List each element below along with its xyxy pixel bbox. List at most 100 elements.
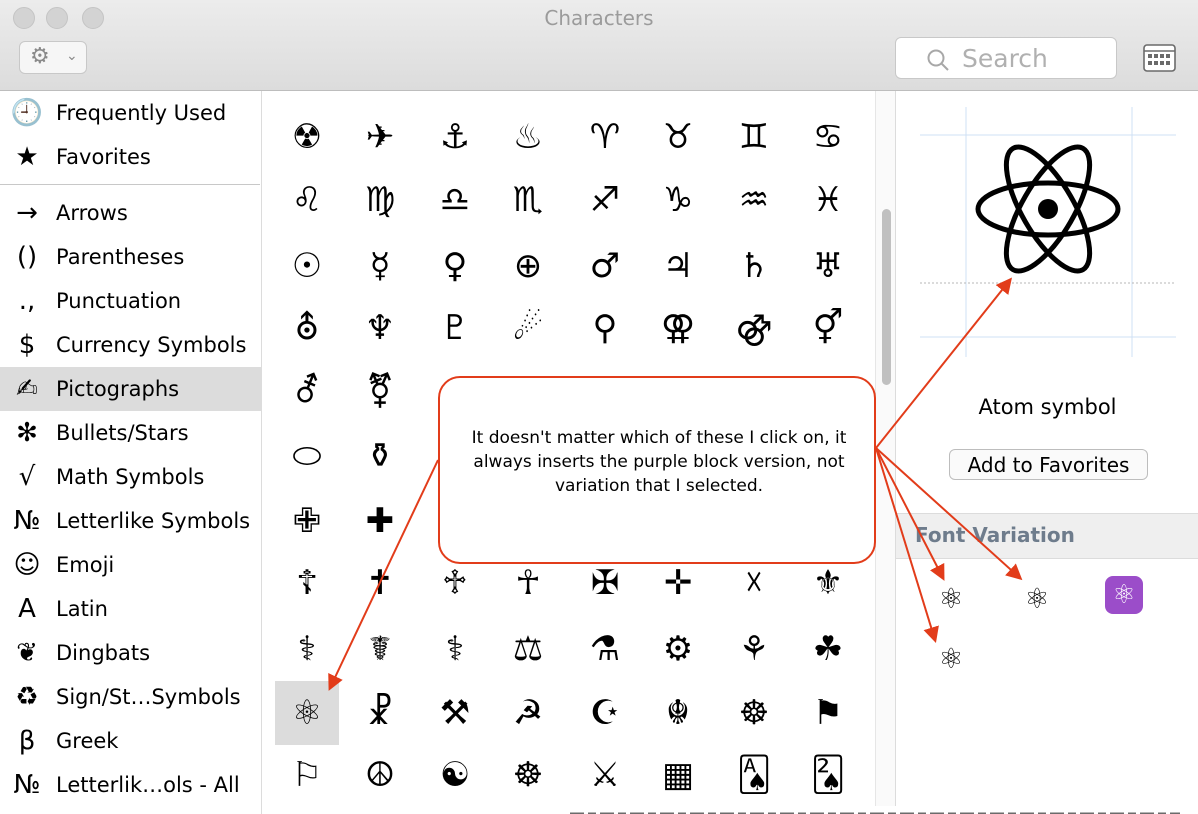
font-variation-atom-1[interactable]: ⚛ — [923, 571, 979, 627]
character-grid-view-button[interactable] — [1143, 44, 1176, 72]
glyph-cell[interactable]: ♄ — [722, 234, 786, 298]
glyph-cell[interactable]: ⚘ — [722, 617, 786, 681]
glyph-cell[interactable]: ☸ — [496, 743, 560, 807]
glyph-cell[interactable]: ☿ — [348, 234, 412, 298]
glyph-cell[interactable]: ☄ — [496, 296, 560, 360]
glyph-cell[interactable]: ⚛ — [275, 681, 339, 745]
glyph-cell[interactable]: ☪ — [573, 681, 637, 745]
glyph-cell[interactable]: ♈ — [573, 105, 637, 169]
glyph-cell[interactable]: ♨ — [496, 105, 560, 169]
glyph-cell[interactable]: ⚱ — [348, 424, 412, 488]
glyph-cell[interactable]: 🂢 — [796, 743, 860, 807]
glyph-cell[interactable]: ⚢ — [646, 296, 710, 360]
glyph-cell[interactable]: ☬ — [646, 681, 710, 745]
glyph-cell[interactable]: ⚧ — [348, 359, 412, 423]
glyph-cell[interactable]: ♂ — [573, 234, 637, 298]
glyph-cell[interactable]: ♍ — [348, 168, 412, 232]
glyph-cell[interactable]: ♇ — [423, 296, 487, 360]
numero-icon: № — [13, 770, 41, 800]
glyph-cell[interactable]: ✈ — [348, 105, 412, 169]
grid-scrollbar[interactable] — [875, 91, 895, 814]
glyph-cell[interactable]: ♎ — [423, 168, 487, 232]
glyph-cell[interactable]: ☸ — [722, 681, 786, 745]
sidebar-item-label: Greek — [56, 729, 119, 753]
glyph-cell[interactable]: ⚑ — [796, 681, 860, 745]
glyph-cell[interactable]: ▦ — [646, 743, 710, 807]
glyph-cell[interactable]: ⚕ — [275, 617, 339, 681]
glyph-cell[interactable]: ♋ — [796, 105, 860, 169]
glyph-cell[interactable]: ☘ — [796, 617, 860, 681]
glyph-cell[interactable]: ✙ — [275, 489, 339, 553]
glyph-cell[interactable]: ⚙ — [646, 617, 710, 681]
search-field[interactable]: Search — [895, 37, 1117, 79]
glyph-cell[interactable]: ☯ — [423, 743, 487, 807]
glyph-cell[interactable]: ☢ — [275, 105, 339, 169]
glyph-cell[interactable]: ⚒ — [423, 681, 487, 745]
glyph-cell[interactable]: ⊕ — [496, 234, 560, 298]
glyph-cell[interactable]: ⚔ — [573, 743, 637, 807]
glyph-cell[interactable]: ✝ — [348, 551, 412, 615]
scroll-thumb[interactable] — [882, 209, 891, 385]
recycle-icon: ♻ — [15, 682, 39, 712]
glyph-cell[interactable]: ⚐ — [275, 743, 339, 807]
sidebar-item-bullets-stars[interactable]: ✻ Bullets/Stars — [0, 411, 262, 455]
glyph-cell[interactable]: ⚥ — [796, 296, 860, 360]
glyph-cell[interactable]: ☤ — [348, 617, 412, 681]
glyph-cell[interactable]: ⛢ — [275, 296, 339, 360]
floral-heart-icon: ❦ — [16, 638, 38, 668]
star-icon: ★ — [15, 142, 39, 172]
glyph-cell[interactable]: ♆ — [348, 296, 412, 360]
atom-emoji-icon: ⚛ — [1105, 576, 1143, 614]
sidebar-item-pictographs[interactable]: ✍ Pictographs — [0, 367, 262, 411]
glyph-cell[interactable]: ♊ — [722, 105, 786, 169]
glyph-cell[interactable]: ♓ — [796, 168, 860, 232]
sidebar-item-letterlike-symbols[interactable]: № Letterlike Symbols — [0, 499, 262, 543]
glyph-cell[interactable]: ⚣ — [722, 296, 786, 360]
glyph-cell[interactable]: ♏ — [496, 168, 560, 232]
action-menu-button[interactable]: ⚙ ⌄ — [19, 41, 87, 74]
glyph-cell[interactable]: ♑ — [646, 168, 710, 232]
sidebar-item-letterlik-ols-all[interactable]: № Letterlik…ols - All — [0, 763, 262, 807]
glyph-cell[interactable]: ⚓ — [423, 105, 487, 169]
font-variation-atom-3[interactable]: ⚛ — [923, 631, 979, 687]
glyph-cell[interactable]: 🂡 — [722, 743, 786, 807]
sidebar-item-dingbats[interactable]: ❦ Dingbats — [0, 631, 262, 675]
glyph-cell[interactable]: ☦ — [275, 551, 339, 615]
window-title: Characters — [544, 6, 654, 30]
glyph-cell[interactable]: ♌ — [275, 168, 339, 232]
sidebar-item-greek[interactable]: β Greek — [0, 719, 262, 763]
search-icon — [927, 49, 949, 71]
glyph-cell[interactable]: ♐ — [573, 168, 637, 232]
sidebar-item-currency-symbols[interactable]: $ Currency Symbols — [0, 323, 262, 367]
glyph-cell[interactable]: ♉ — [646, 105, 710, 169]
glyph-cell[interactable]: ✚ — [348, 489, 412, 553]
glyph-cell[interactable]: ♅ — [796, 234, 860, 298]
add-to-favorites-button[interactable]: Add to Favorites — [949, 449, 1148, 480]
glyph-cell[interactable]: ☧ — [348, 681, 412, 745]
glyph-cell[interactable]: ⬭ — [275, 424, 339, 488]
glyph-cell[interactable]: ☮ — [348, 743, 412, 807]
sidebar-item-parentheses[interactable]: () Parentheses — [0, 235, 262, 279]
glyph-cell[interactable]: ⚖ — [496, 617, 560, 681]
glyph-cell[interactable]: ♀ — [423, 234, 487, 298]
glyph-cell[interactable]: ☭ — [496, 681, 560, 745]
glyph-cell[interactable]: ♒ — [722, 168, 786, 232]
sidebar-item-favorites[interactable]: ★ Favorites — [0, 135, 262, 179]
sidebar-item-sign-st-symbols[interactable]: ♻ Sign/St…Symbols — [0, 675, 262, 719]
glyph-cell[interactable]: ⚕ — [423, 617, 487, 681]
font-variation-atom-emoji[interactable]: ⚛ — [1096, 567, 1152, 623]
font-variation-atom-2[interactable]: ⚛ — [1009, 571, 1065, 627]
sidebar-item-latin[interactable]: A Latin — [0, 587, 262, 631]
glyph-cell[interactable]: ⚲ — [573, 296, 637, 360]
sidebar-item-emoji[interactable]: ☺ Emoji — [0, 543, 262, 587]
sidebar-item-arrows[interactable]: → Arrows — [0, 191, 262, 235]
glyph-cell[interactable]: ♃ — [646, 234, 710, 298]
sidebar-item-math-symbols[interactable]: √ Math Symbols — [0, 455, 262, 499]
gear-icon: ⚙ — [30, 44, 50, 69]
glyph-cell[interactable]: ☉ — [275, 234, 339, 298]
sidebar-item-punctuation[interactable]: ., Punctuation — [0, 279, 262, 323]
glyph-cell[interactable]: ⚗ — [573, 617, 637, 681]
glyph-cell[interactable]: ⚦ — [275, 359, 339, 423]
sidebar-item-frequently-used[interactable]: 🕘 Frequently Used — [0, 91, 262, 135]
font-variation-header: Font Variation — [896, 513, 1198, 559]
